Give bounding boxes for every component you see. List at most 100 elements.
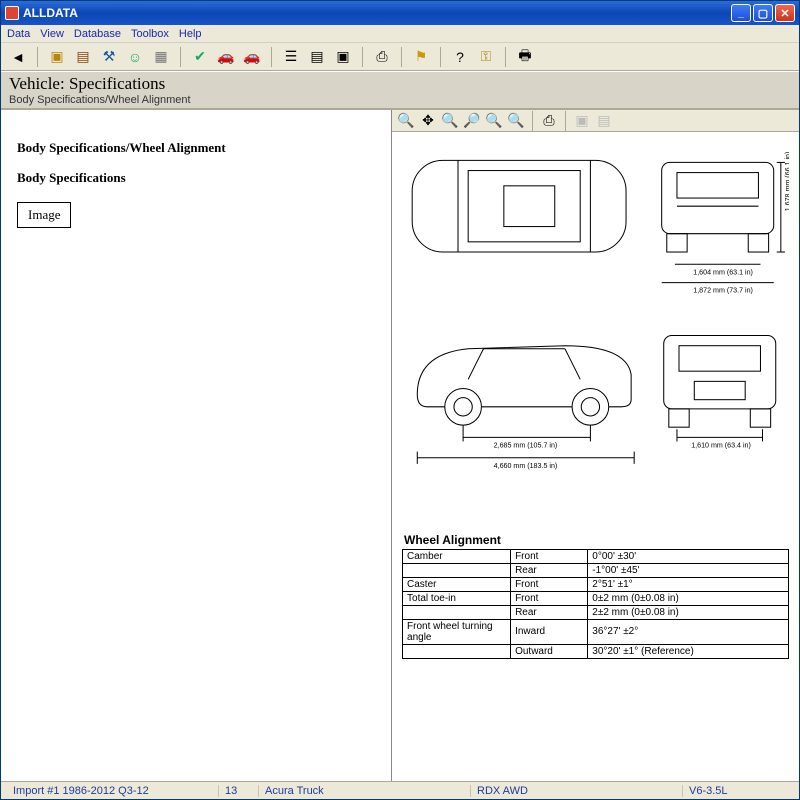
tool-btn-5[interactable]: ▦ — [150, 46, 172, 68]
img-tool-2[interactable]: ▤ — [594, 112, 614, 130]
tool-btn-13[interactable]: ⚑ — [410, 46, 432, 68]
left-section: Body Specifications — [17, 170, 375, 186]
grid-icon: ▤ — [310, 48, 323, 65]
cell-value: 30°20' ±1° (Reference) — [588, 644, 789, 658]
zoom-in-icon: 🔍 — [397, 112, 414, 129]
minimize-button[interactable]: _ — [731, 4, 751, 22]
cell-sub: Rear — [511, 605, 588, 619]
zoom-reset-icon: 🔍 — [485, 112, 502, 129]
zoom-reset-button[interactable]: 🔍 — [484, 112, 504, 130]
cell-sub: Outward — [511, 644, 588, 658]
thumb2-icon: ▤ — [597, 112, 610, 129]
status-engine: V6-3.5L — [683, 785, 793, 797]
vehicle-diagram: 1,678 mm (66.1 in) 1,604 mm (63.1 in) 1,… — [392, 132, 799, 781]
tool-btn-7[interactable]: 🚗 — [215, 46, 237, 68]
img-tool-1[interactable]: ▣ — [572, 112, 592, 130]
cell-value: -1°00' ±45' — [588, 563, 789, 577]
titlebar: ALLDATA _ ▢ ✕ — [1, 1, 799, 25]
tool-btn-14[interactable]: ? — [449, 46, 471, 68]
car-blue-icon: 🚗 — [217, 48, 234, 65]
cell-value: 36°27' ±2° — [588, 619, 789, 644]
fit-button[interactable]: ✥ — [418, 112, 438, 130]
main-toolbar: ◄ ▣ ▤ ⚒ ☺ ▦ ✔ 🚗 🚗 ☰ ▤ ▣ ⎙ ⚑ ? ⚿ 🖶 — [1, 43, 799, 71]
cell-sub: Front — [511, 591, 588, 605]
menu-toolbox[interactable]: Toolbox — [131, 28, 169, 40]
cell-param: Total toe-in — [403, 591, 511, 605]
menu-data[interactable]: Data — [7, 28, 30, 40]
table-row: Rear-1°00' ±45' — [403, 563, 789, 577]
page-zoom-icon: 🔍 — [441, 112, 458, 129]
cell-sub: Rear — [511, 563, 588, 577]
app-icon — [5, 6, 19, 20]
tool-btn-10[interactable]: ▤ — [306, 46, 328, 68]
zoom-page-button[interactable]: 🔍 — [440, 112, 460, 130]
tool-btn-1[interactable]: ▣ — [46, 46, 68, 68]
app-window: ALLDATA _ ▢ ✕ Data View Database Toolbox… — [0, 0, 800, 800]
table-row: Outward30°20' ±1° (Reference) — [403, 644, 789, 658]
tool-btn-4[interactable]: ☺ — [124, 46, 146, 68]
back-button[interactable]: ◄ — [7, 46, 29, 68]
table-row: Total toe-inFront0±2 mm (0±0.08 in) — [403, 591, 789, 605]
menu-help[interactable]: Help — [179, 28, 202, 40]
zoom-disabled-button: 🔍 — [506, 112, 526, 130]
print-icon: ⎙ — [376, 48, 387, 65]
tool-btn-8[interactable]: 🚗 — [241, 46, 263, 68]
menu-view[interactable]: View — [40, 28, 64, 40]
tool-btn-11[interactable]: ▣ — [332, 46, 354, 68]
statusbar: Import #1 1986-2012 Q3-12 13 Acura Truck… — [1, 781, 799, 799]
zoom-out-button[interactable]: 🔎 — [462, 112, 482, 130]
sheet-icon: ▦ — [154, 48, 167, 65]
tool-btn-2[interactable]: ▤ — [72, 46, 94, 68]
wheel-alignment-table: CamberFront0°00' ±30'Rear-1°00' ±45'Cast… — [402, 549, 789, 659]
tool-btn-3[interactable]: ⚒ — [98, 46, 120, 68]
dim-rear-track: 1,610 mm (63.4 in) — [691, 442, 751, 450]
status-import: Import #1 1986-2012 Q3-12 — [7, 785, 219, 797]
left-pane: Body Specifications/Wheel Alignment Body… — [1, 110, 392, 781]
check-icon: ✔ — [194, 48, 206, 65]
cell-sub: Front — [511, 577, 588, 591]
image-link[interactable]: Image — [17, 202, 71, 228]
zoom-gray-icon: 🔍 — [507, 112, 524, 129]
menubar: Data View Database Toolbox Help — [1, 25, 799, 43]
image-toolbar: 🔍 ✥ 🔍 🔎 🔍 🔍 ⎙ ▣ ▤ — [392, 110, 799, 132]
tool-btn-12[interactable]: ⎙ — [371, 46, 393, 68]
tool-btn-16[interactable]: 🖶 — [514, 46, 536, 68]
content-area: Body Specifications/Wheel Alignment Body… — [1, 109, 799, 781]
cell-param — [403, 563, 511, 577]
folder-icon: ▣ — [50, 48, 63, 65]
car-red-icon: 🚗 — [243, 48, 260, 65]
print-icon: ⎙ — [543, 112, 554, 129]
zoom-in-button[interactable]: 🔍 — [396, 112, 416, 130]
tool-btn-15[interactable]: ⚿ — [475, 46, 497, 68]
window-title: ALLDATA — [23, 6, 78, 20]
dim-track: 1,604 mm (63.1 in) — [693, 268, 753, 276]
dim-length: 4,660 mm (183.5 in) — [494, 462, 558, 470]
cell-sub: Front — [511, 549, 588, 563]
menu-database[interactable]: Database — [74, 28, 121, 40]
cell-value: 2±2 mm (0±0.08 in) — [588, 605, 789, 619]
tool-btn-9[interactable]: ☰ — [280, 46, 302, 68]
fit-icon: ✥ — [422, 112, 434, 129]
list-icon: ☰ — [285, 48, 298, 65]
right-pane: 🔍 ✥ 🔍 🔎 🔍 🔍 ⎙ ▣ ▤ — [392, 110, 799, 781]
tool-icon: ⚒ — [103, 48, 116, 65]
status-model: RDX AWD — [471, 785, 683, 797]
left-breadcrumb: Body Specifications/Wheel Alignment — [17, 140, 375, 156]
printer-icon: 🖶 — [518, 45, 531, 69]
print-image-button[interactable]: ⎙ — [539, 112, 559, 130]
thumb-icon: ▣ — [575, 112, 588, 129]
book-icon: ▤ — [76, 48, 89, 65]
table-row: Front wheel turning angleInward36°27' ±2… — [403, 619, 789, 644]
close-button[interactable]: ✕ — [775, 4, 795, 22]
dim-height: 1,678 mm (66.1 in) — [784, 152, 789, 212]
dim-overall-width: 1,872 mm (73.7 in) — [693, 287, 753, 295]
cell-value: 0°00' ±30' — [588, 549, 789, 563]
tool-btn-6[interactable]: ✔ — [189, 46, 211, 68]
maximize-button[interactable]: ▢ — [753, 4, 773, 22]
table-row: CasterFront2°51' ±1° — [403, 577, 789, 591]
arrow-left-icon: ◄ — [11, 49, 25, 65]
wheel-alignment-title: Wheel Alignment — [404, 533, 789, 547]
cell-param: Caster — [403, 577, 511, 591]
dim-wheelbase: 2,685 mm (105.7 in) — [494, 442, 558, 450]
help-icon: ? — [456, 49, 464, 65]
